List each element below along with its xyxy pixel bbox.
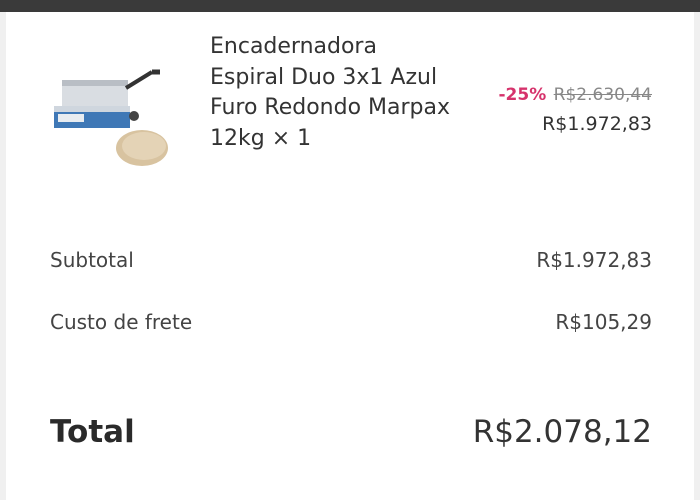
subtotal-label: Subtotal xyxy=(50,248,134,272)
total-row: Total R$2.078,12 xyxy=(50,414,652,450)
shipping-label: Custo de frete xyxy=(50,310,193,334)
subtotal-row: Subtotal R$1.972,83 xyxy=(50,248,652,272)
shipping-row: Custo de frete R$105,29 xyxy=(50,310,652,334)
product-thumbnail[interactable] xyxy=(48,58,168,176)
discount-badge: -25% xyxy=(498,85,547,105)
total-label: Total xyxy=(50,414,135,450)
top-bar xyxy=(0,0,700,12)
binding-machine-icon xyxy=(54,69,168,166)
product-name[interactable]: Encadernadora Espiral Duo 3x1 Azul Furo … xyxy=(210,32,450,154)
price-original-line: -25% R$2.630,44 xyxy=(499,83,653,107)
subtotal-value: R$1.972,83 xyxy=(536,248,652,272)
total-value: R$2.078,12 xyxy=(472,414,652,450)
price-block: -25% R$2.630,44 R$1.972,83 xyxy=(499,83,653,139)
frame-right-edge xyxy=(694,12,700,500)
original-price: R$2.630,44 xyxy=(553,85,652,105)
frame-left-edge xyxy=(0,12,6,500)
shipping-value: R$105,29 xyxy=(555,310,652,334)
current-price: R$1.972,83 xyxy=(542,113,652,135)
